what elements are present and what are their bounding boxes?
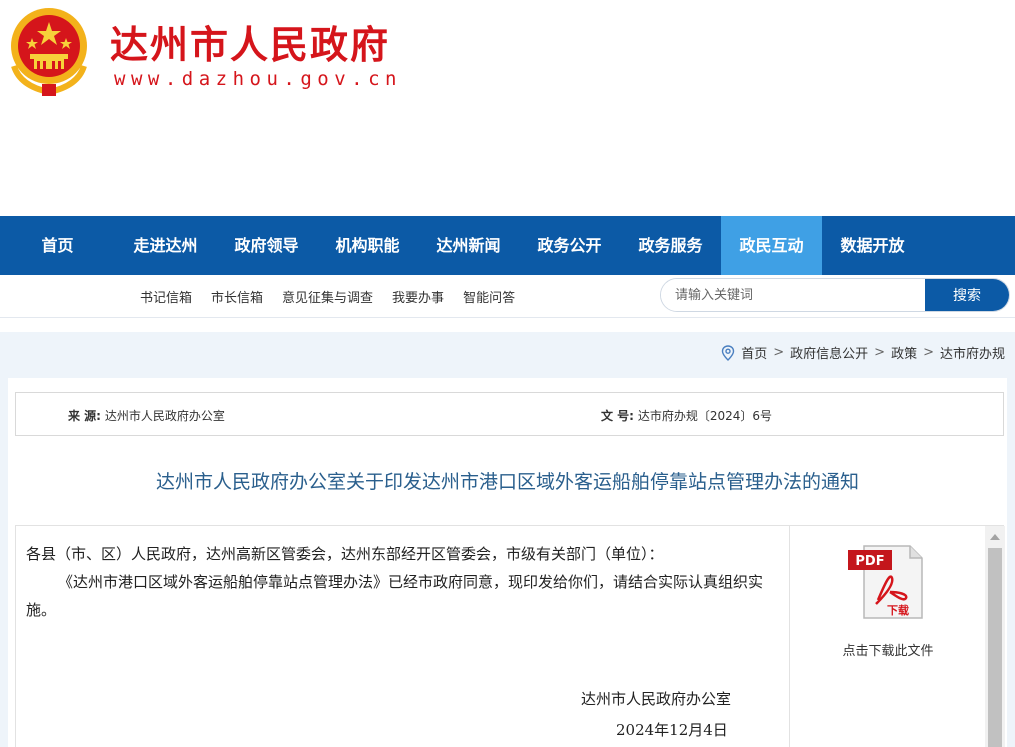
nav-item-services[interactable]: 政务服务: [620, 216, 721, 275]
document-title: 达州市人民政府办公室关于印发达州市港口区域外客运船舶停靠站点管理办法的通知: [155, 471, 859, 493]
nav-item-news[interactable]: 达州新闻: [418, 216, 519, 275]
nav-item-agencies[interactable]: 机构职能: [317, 216, 418, 275]
sub-nav-links: 书记信箱 市长信箱 意见征集与调查 我要办事 智能问答: [140, 275, 515, 318]
sub-link-secretary-mailbox[interactable]: 书记信箱: [140, 287, 192, 306]
meta-source-label: 来 源:: [68, 409, 101, 423]
document-salutation: 各县（市、区）人民政府，达州高新区管委会，达州东部经开区管委会，市级有关部门（单…: [26, 545, 664, 563]
pdf-download-icon[interactable]: PDF 下载: [846, 542, 928, 622]
sub-link-opinion-survey[interactable]: 意见征集与调查: [282, 287, 373, 306]
nav-item-home[interactable]: 首页: [0, 216, 115, 275]
pdf-icon-label: PDF: [855, 554, 884, 569]
site-header: 达州市人民政府 www.dazhou.gov.cn: [0, 0, 1015, 216]
meta-doc-number-value: 达市府办规〔2024〕6号: [637, 409, 772, 423]
meta-doc-number: 文 号: 达市府办规〔2024〕6号: [601, 407, 772, 424]
nav-item-open-data[interactable]: 数据开放: [822, 216, 923, 275]
document-paragraph: 《达州市港口区域外客运船舶停靠站点管理办法》已经市政府同意，现印发给你们，请结合…: [26, 573, 764, 619]
scroll-up-arrow-icon[interactable]: [990, 534, 1000, 540]
signature-date: 2024年12月4日: [616, 721, 728, 739]
document-text: 各县（市、区）人民政府，达州高新区管委会，达州东部经开区管委会，市级有关部门（单…: [26, 540, 781, 624]
document-body: 各县（市、区）人民政府，达州高新区管委会，达州东部经开区管委会，市级有关部门（单…: [15, 525, 1005, 747]
nav-item-about-dazhou[interactable]: 走进达州: [115, 216, 216, 275]
vertical-scrollbar[interactable]: [985, 526, 1005, 747]
breadcrumb-separator: >: [923, 345, 934, 360]
sub-link-services[interactable]: 我要办事: [392, 287, 444, 306]
nav-item-gov-affairs[interactable]: 政务公开: [519, 216, 620, 275]
breadcrumb-home[interactable]: 首页: [741, 343, 767, 362]
breadcrumb-separator: >: [874, 345, 886, 360]
sub-nav-bar: 书记信箱 市长信箱 意见征集与调查 我要办事 智能问答 搜索: [0, 275, 1015, 318]
sub-link-mayor-mailbox[interactable]: 市长信箱: [211, 287, 263, 306]
download-panel: PDF 下载 点击下载此文件: [789, 526, 985, 747]
nav-item-leaders[interactable]: 政府领导: [216, 216, 317, 275]
search-box: 搜索: [660, 278, 1010, 312]
search-button[interactable]: 搜索: [925, 279, 1009, 311]
main-nav: 首页 走进达州 政府领导 机构职能 达州新闻 政务公开 政务服务 政民互动 数据…: [0, 216, 1015, 275]
breadcrumb-separator: >: [773, 345, 785, 360]
location-pin-icon: [722, 344, 735, 361]
breadcrumb-info-disclosure[interactable]: 政府信息公开: [790, 343, 868, 362]
sub-link-smart-qa[interactable]: 智能问答: [463, 287, 515, 306]
national-emblem-icon[interactable]: [6, 6, 92, 98]
breadcrumb-current[interactable]: 达市府办规: [940, 343, 1005, 362]
download-file-link[interactable]: 点击下载此文件: [790, 640, 986, 659]
pdf-icon-download-text: 下载: [887, 603, 909, 617]
meta-source-value: 达州市人民政府办公室: [104, 409, 225, 423]
breadcrumb-policy[interactable]: 政策: [891, 343, 917, 362]
site-url[interactable]: www.dazhou.gov.cn: [114, 68, 402, 90]
meta-doc-number-label: 文 号:: [601, 409, 634, 423]
meta-source: 来 源: 达州市人民政府办公室: [68, 407, 225, 424]
breadcrumb: 首页 > 政府信息公开 > 政策 > 达市府办规: [721, 343, 1005, 362]
nav-item-interaction[interactable]: 政民互动: [721, 216, 822, 275]
site-title[interactable]: 达州市人民政府: [110, 14, 390, 69]
scroll-thumb[interactable]: [988, 548, 1002, 747]
document-meta: 来 源: 达州市人民政府办公室 文 号: 达市府办规〔2024〕6号: [15, 392, 1004, 436]
signature-organization: 达州市人民政府办公室: [581, 690, 732, 708]
search-input[interactable]: [661, 279, 925, 311]
